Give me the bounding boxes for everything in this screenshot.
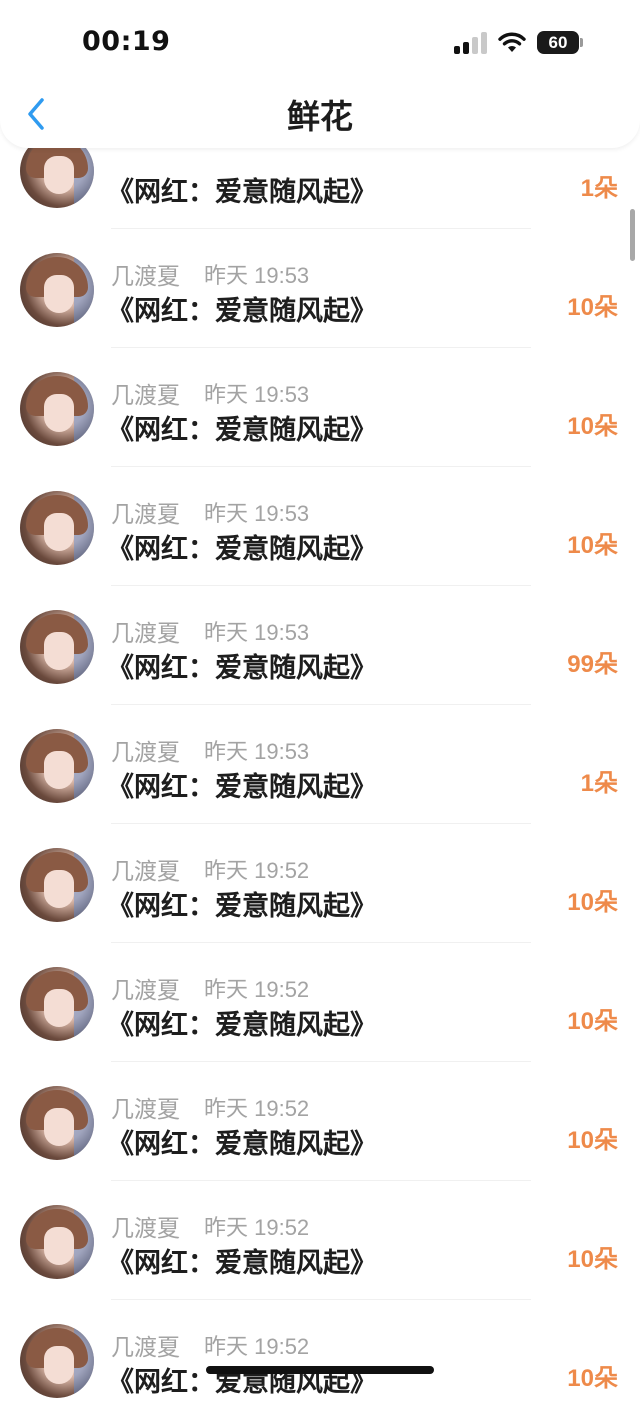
list-item[interactable]: 几渡夏 昨天 19:53 《网红：爱意随风起》 10朵 — [0, 467, 640, 586]
timestamp: 昨天 19:53 — [204, 382, 310, 407]
home-indicator[interactable] — [206, 1366, 434, 1374]
battery-nub — [580, 38, 583, 47]
avatar[interactable] — [20, 1086, 94, 1160]
timestamp: 昨天 19:52 — [204, 858, 310, 883]
book-title: 《网红：爱意随风起》 — [107, 534, 377, 565]
list-item[interactable]: 几渡夏 昨天 19:52 《网红：爱意随风起》 10朵 — [0, 1181, 640, 1300]
book-title: 《网红：爱意随风起》 — [107, 1129, 377, 1160]
sender-name: 几渡夏 — [111, 1097, 180, 1123]
flower-count: 99朵 — [567, 651, 618, 678]
timestamp: 昨天 19:52 — [204, 1334, 310, 1359]
book-title: 《网红：爱意随风起》 — [107, 891, 377, 922]
flower-count: 10朵 — [567, 1246, 618, 1273]
list-item[interactable]: 几渡夏 昨天 19:53 《网红：爱意随风起》 10朵 — [0, 348, 640, 467]
sender-name: 几渡夏 — [111, 1335, 180, 1361]
avatar[interactable] — [20, 491, 94, 565]
timestamp: 昨天 19:53 — [204, 501, 310, 526]
list-item[interactable]: 几渡夏 昨天 19:52 《网红：爱意随风起》 10朵 — [0, 943, 640, 1062]
flower-count: 10朵 — [567, 532, 618, 559]
avatar[interactable] — [20, 253, 94, 327]
scrollbar[interactable] — [630, 209, 635, 261]
book-title: 《网红：爱意随风起》 — [107, 772, 377, 803]
avatar[interactable] — [20, 967, 94, 1041]
timestamp: 昨天 19:53 — [204, 263, 310, 288]
timestamp: 昨天 19:52 — [204, 977, 310, 1002]
sender-name: 几渡夏 — [111, 740, 180, 766]
book-title: 《网红：爱意随风起》 — [107, 177, 377, 208]
flower-count: 10朵 — [567, 1365, 618, 1392]
timestamp: 昨天 19:53 — [204, 620, 310, 645]
flower-count: 10朵 — [567, 413, 618, 440]
list-item[interactable]: 几渡夏 昨天 19:53 《网红：爱意随风起》 10朵 — [0, 229, 640, 348]
page-title: 鲜花 — [287, 97, 353, 136]
sender-name: 几渡夏 — [111, 264, 180, 290]
book-title: 《网红：爱意随风起》 — [107, 296, 377, 327]
avatar[interactable] — [20, 1205, 94, 1279]
flower-count: 10朵 — [567, 889, 618, 916]
book-title: 《网红：爱意随风起》 — [107, 653, 377, 684]
sender-name: 几渡夏 — [111, 502, 180, 528]
top-bar: 00:19 60 鲜花 — [0, 0, 640, 148]
sender-name: 几渡夏 — [111, 383, 180, 409]
list-item[interactable]: 几渡夏 昨天 19:52 《网红：爱意随风起》 10朵 — [0, 1062, 640, 1181]
timestamp: 昨天 19:53 — [204, 739, 310, 764]
list-item[interactable]: 几渡夏 昨天 19:52 《网红：爱意随风起》 10朵 — [0, 1300, 640, 1419]
wifi-icon — [498, 32, 526, 52]
flower-count: 10朵 — [567, 294, 618, 321]
avatar[interactable] — [20, 848, 94, 922]
sender-name: 几渡夏 — [111, 1216, 180, 1242]
avatar[interactable] — [20, 610, 94, 684]
flower-count: 10朵 — [567, 1008, 618, 1035]
battery-icon: 60 — [537, 31, 579, 54]
flower-count: 1朵 — [580, 175, 618, 202]
timestamp: 昨天 19:52 — [204, 1096, 310, 1121]
avatar[interactable] — [20, 729, 94, 803]
flower-count: 1朵 — [580, 770, 618, 797]
book-title: 《网红：爱意随风起》 — [107, 415, 377, 446]
avatar[interactable] — [20, 372, 94, 446]
sender-name: 几渡夏 — [111, 859, 180, 885]
cellular-signal-icon — [454, 32, 488, 54]
sender-name: 几渡夏 — [111, 621, 180, 647]
list-item[interactable]: 几渡夏 昨天 19:53 《网红：爱意随风起》 1朵 — [0, 705, 640, 824]
status-time: 00:19 — [82, 26, 171, 57]
timestamp: 昨天 19:52 — [204, 1215, 310, 1240]
flower-count: 10朵 — [567, 1127, 618, 1154]
book-title: 《网红：爱意随风起》 — [107, 1010, 377, 1041]
book-title: 《网红：爱意随风起》 — [107, 1248, 377, 1279]
list-item[interactable]: 几渡夏 昨天 19:53 《网红：爱意随风起》 99朵 — [0, 586, 640, 705]
list-item[interactable]: 几渡夏 昨天 19:52 《网红：爱意随风起》 10朵 — [0, 824, 640, 943]
sender-name: 几渡夏 — [111, 978, 180, 1004]
